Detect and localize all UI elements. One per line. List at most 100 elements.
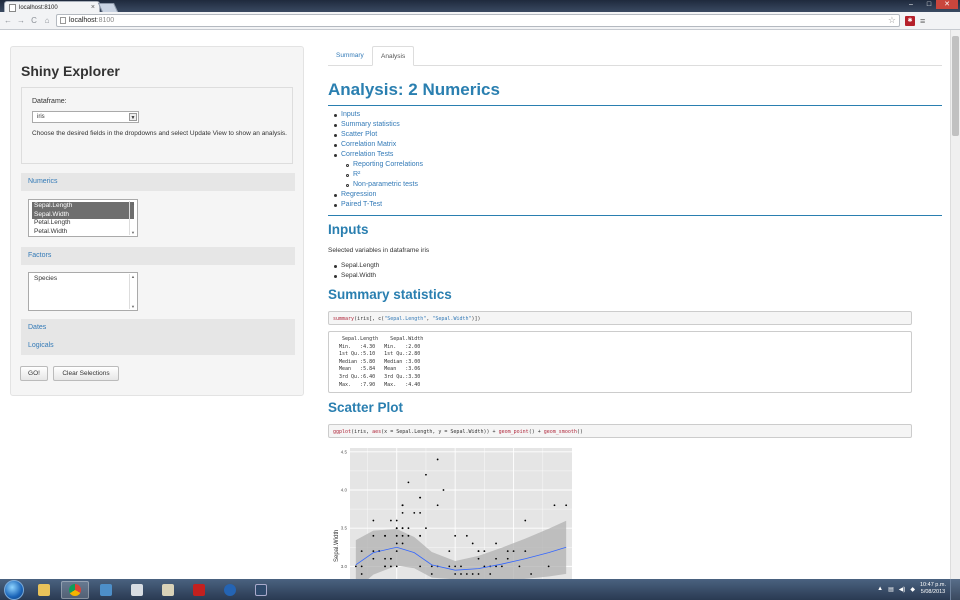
data-point — [360, 550, 363, 552]
data-point — [395, 542, 398, 545]
network-icon[interactable]: ▤ — [888, 586, 894, 593]
data-point — [506, 557, 509, 560]
data-point — [500, 565, 503, 568]
divider — [328, 215, 942, 216]
section-dates[interactable]: Dates — [21, 319, 295, 337]
taskbar-app[interactable] — [123, 581, 151, 599]
data-point — [401, 512, 404, 514]
divider — [328, 105, 942, 106]
list-item[interactable]: Petal.Width — [32, 228, 134, 237]
toc-link[interactable]: Reporting Correlations — [353, 161, 423, 168]
data-point — [360, 565, 363, 568]
menu-icon[interactable]: ≡ — [920, 16, 925, 26]
toc-link[interactable]: Paired T-Test — [341, 201, 382, 208]
address-bar[interactable]: localhost:8100 ☆ — [56, 14, 900, 27]
new-tab-button[interactable] — [97, 3, 119, 12]
toc-link[interactable]: Summary statistics — [341, 121, 400, 128]
volume-icon[interactable]: ◀) — [899, 586, 906, 593]
browser-titlebar: localhost:8100 × – □ ✕ — [0, 0, 960, 13]
page-icon — [9, 3, 16, 12]
taskbar-app[interactable] — [216, 581, 244, 599]
bookmark-star-icon[interactable]: ☆ — [888, 15, 896, 26]
toc-link[interactable]: Regression — [341, 191, 376, 198]
data-point — [454, 565, 457, 568]
section-logicals[interactable]: Logicals — [21, 337, 295, 355]
data-point — [465, 534, 468, 537]
code-block-scatter: ggplot(iris, aes(x = Sepal.Length, y = S… — [328, 424, 912, 438]
bullet — [334, 114, 337, 117]
forward-icon[interactable]: → — [17, 16, 25, 25]
data-point — [454, 573, 457, 575]
main-tabs: Summary Analysis — [328, 46, 942, 66]
folder-icon — [162, 583, 174, 596]
y-tick-label: 4.5 — [341, 449, 348, 454]
section-numerics[interactable]: Numerics — [21, 173, 295, 191]
tab-analysis[interactable]: Analysis — [372, 46, 415, 66]
data-point — [471, 573, 474, 575]
toc-link[interactable]: Non-parametric tests — [353, 181, 418, 188]
taskbar-app[interactable] — [247, 581, 275, 599]
data-point — [512, 550, 515, 552]
toc-link[interactable]: Inputs — [341, 111, 360, 118]
y-tick-label: 3.5 — [341, 526, 348, 531]
data-point — [407, 527, 410, 530]
shield-icon[interactable]: ◆ — [910, 586, 915, 593]
bullet — [346, 174, 349, 177]
toc-link[interactable]: Scatter Plot — [341, 131, 377, 138]
go-button[interactable]: GO! — [20, 366, 48, 381]
app-title: Shiny Explorer — [21, 63, 120, 79]
list-item[interactable]: Sepal.Width — [32, 210, 134, 219]
data-point — [401, 542, 404, 545]
data-point — [506, 550, 509, 552]
data-point — [389, 557, 392, 560]
page-viewport: Shiny Explorer Dataframe: iris ▼ Choose … — [0, 30, 960, 579]
data-point — [401, 527, 404, 530]
listbox-scrollbar[interactable] — [129, 201, 136, 235]
scrollbar-thumb[interactable] — [952, 36, 959, 136]
bullet — [334, 194, 337, 197]
numerics-listbox[interactable]: Sepal.Length Sepal.Width Petal.Length Pe… — [28, 199, 138, 237]
data-point — [395, 527, 398, 530]
data-point — [471, 542, 474, 545]
y-ticks: 4.5 4.0 3.5 3.0 — [341, 449, 348, 569]
reload-icon[interactable]: C — [30, 16, 38, 25]
start-button[interactable] — [4, 579, 24, 600]
data-point — [436, 458, 439, 461]
section-factors[interactable]: Factors — [21, 247, 295, 265]
dataframe-select[interactable]: iris ▼ — [32, 111, 139, 123]
data-point — [553, 504, 556, 507]
data-point — [495, 542, 497, 545]
bullet — [334, 275, 337, 278]
clock[interactable]: 10:47 p.m. 5/08/2013 — [920, 582, 946, 596]
taskbar-chrome[interactable] — [61, 580, 89, 599]
listbox-scrollbar[interactable] — [129, 274, 136, 309]
extension-icon[interactable]: ✱ — [905, 15, 915, 26]
factors-listbox[interactable]: Species — [28, 272, 138, 311]
taskbar-app[interactable] — [185, 581, 213, 599]
show-desktop-button[interactable] — [950, 579, 960, 600]
toc-link[interactable]: R² — [353, 171, 360, 178]
list-item[interactable]: Sepal.Length — [32, 202, 134, 211]
tab-summary[interactable]: Summary — [328, 46, 372, 66]
back-icon[interactable]: ← — [4, 16, 12, 25]
tab-close-icon[interactable]: × — [91, 4, 95, 11]
taskbar-folder[interactable] — [30, 581, 58, 599]
taskbar-app[interactable] — [92, 581, 120, 599]
home-icon[interactable]: ⌂ — [43, 16, 51, 25]
list-item[interactable]: Species — [32, 275, 134, 284]
chrome-icon — [69, 583, 81, 596]
clock-date: 5/08/2013 — [920, 589, 946, 595]
data-point — [419, 512, 422, 514]
section-heading-inputs: Inputs — [328, 222, 369, 237]
close-window-icon[interactable]: ✕ — [936, 0, 958, 9]
tray-expand-icon[interactable]: ▲ — [877, 586, 883, 592]
toc-link[interactable]: Correlation Matrix — [341, 141, 396, 148]
clear-selections-button[interactable]: Clear Selections — [53, 366, 119, 381]
browser-toolbar: ← → C ⌂ localhost:8100 ☆ ✱ ≡ — [0, 12, 960, 30]
toc-link[interactable]: Correlation Tests — [341, 151, 393, 158]
terminal-icon — [255, 583, 267, 596]
data-point — [395, 534, 398, 537]
page-title: Analysis: 2 Numerics — [328, 80, 500, 99]
list-item[interactable]: Petal.Length — [32, 219, 134, 228]
taskbar-app[interactable] — [154, 581, 182, 599]
